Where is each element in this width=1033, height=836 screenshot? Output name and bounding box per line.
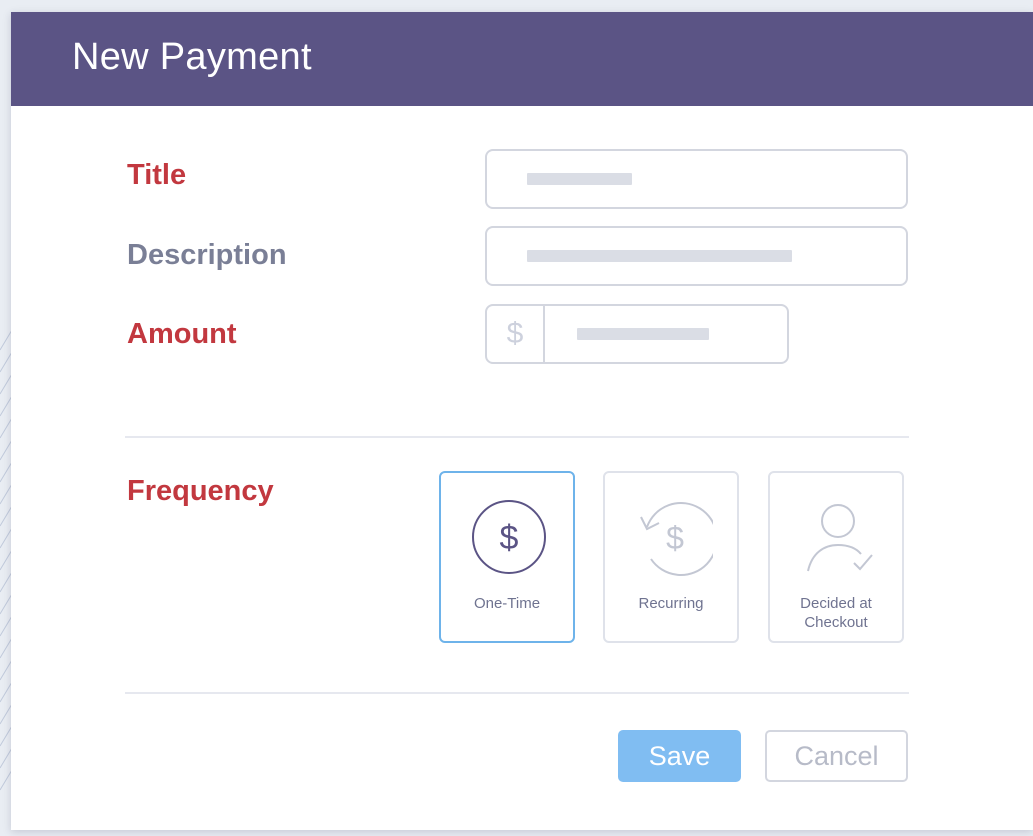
option-label-decided-line2: Checkout	[804, 614, 868, 631]
title-input[interactable]	[485, 149, 908, 209]
modal-title: New Payment	[72, 36, 312, 78]
currency-addon: $	[487, 306, 545, 362]
recurring-dollar-icon: $	[640, 502, 713, 576]
save-button[interactable]: Save	[618, 730, 741, 782]
user-check-icon	[807, 504, 873, 572]
dollar-circle-icon: $	[472, 500, 546, 574]
cancel-button[interactable]: Cancel	[765, 730, 908, 782]
svg-text:$: $	[666, 520, 684, 556]
description-placeholder	[527, 250, 792, 262]
amount-placeholder	[577, 328, 709, 340]
frequency-option-recurring[interactable]: $ Recurring	[603, 471, 739, 643]
title-placeholder	[527, 173, 632, 185]
option-label-one-time: One-Time	[473, 595, 541, 612]
section-divider	[125, 436, 909, 438]
option-label-recurring: Recurring	[638, 595, 704, 612]
frequency-option-decided-at-checkout[interactable]: Decided at Checkout	[768, 471, 904, 643]
modal-header: New Payment	[11, 12, 1033, 106]
frequency-label: Frequency	[127, 475, 274, 507]
frequency-option-one-time[interactable]: $ One-Time	[439, 471, 575, 643]
amount-input[interactable]: $	[485, 304, 789, 364]
amount-label: Amount	[127, 318, 237, 350]
option-label-decided-line1: Decided at	[800, 595, 872, 612]
svg-text:$: $	[500, 519, 519, 557]
footer-divider	[125, 692, 909, 694]
title-label: Title	[127, 159, 187, 191]
description-input[interactable]	[485, 226, 908, 286]
new-payment-modal: New Payment Title Description Amount $ F…	[11, 12, 1033, 830]
description-label: Description	[127, 239, 287, 271]
